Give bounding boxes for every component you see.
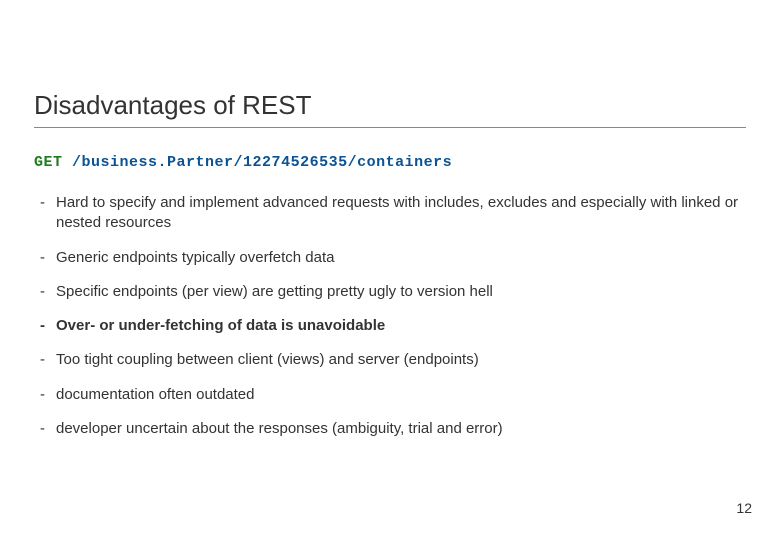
list-item: Too tight coupling between client (views… — [56, 350, 746, 370]
list-item: Over- or under-fetching of data is unavo… — [56, 316, 746, 336]
slide-title: Disadvantages of REST — [34, 90, 746, 128]
list-item: Hard to specify and implement advanced r… — [56, 193, 746, 234]
list-item: documentation often outdated — [56, 385, 746, 405]
request-line: GET /business.Partner/12274526535/contai… — [34, 154, 746, 171]
page-number: 12 — [736, 500, 752, 516]
list-item: Specific endpoints (per view) are gettin… — [56, 282, 746, 302]
http-method: GET — [34, 154, 63, 171]
request-path: /business.Partner/12274526535/containers — [72, 154, 452, 171]
bullet-list: Hard to specify and implement advanced r… — [34, 193, 746, 439]
list-item: developer uncertain about the responses … — [56, 419, 746, 439]
list-item: Generic endpoints typically overfetch da… — [56, 248, 746, 268]
